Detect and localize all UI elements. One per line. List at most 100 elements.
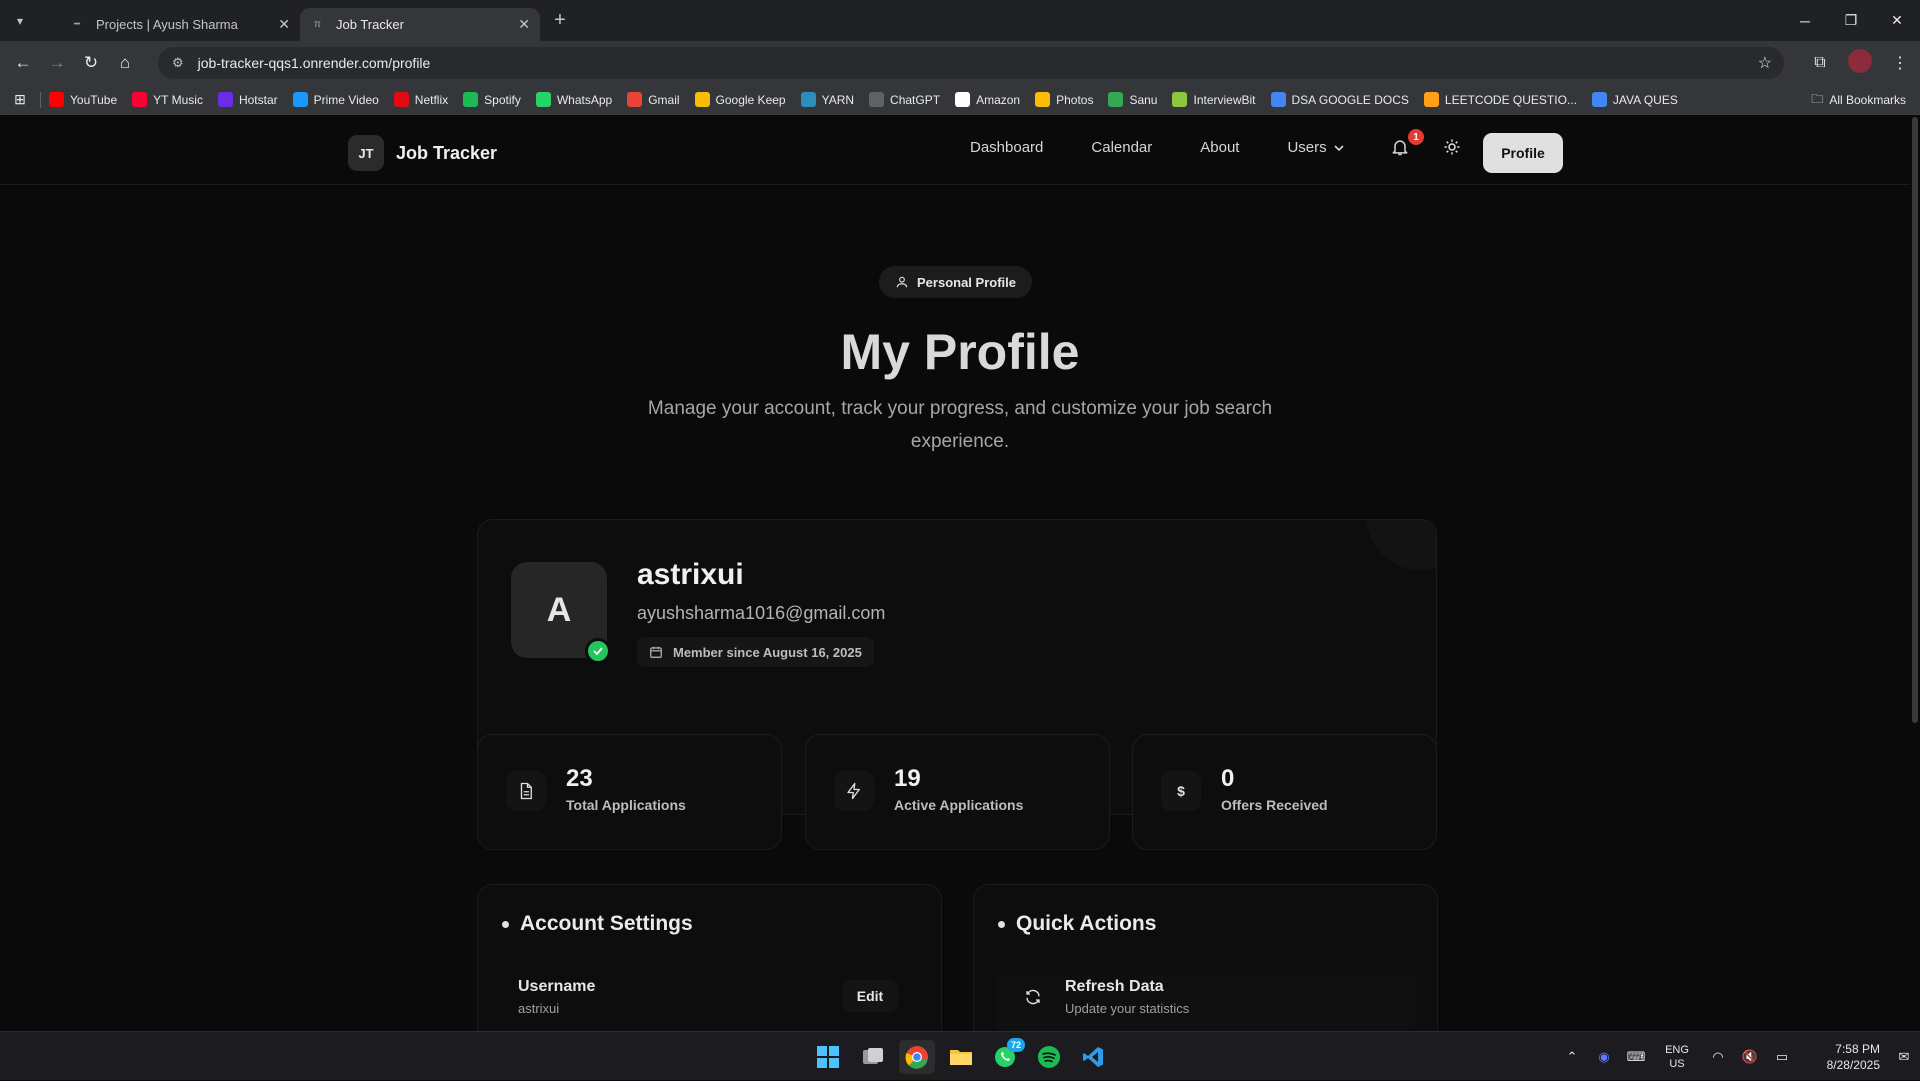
bookmark-hotstar[interactable]: Hotstar: [217, 92, 278, 107]
site-info-icon[interactable]: ⚙: [172, 55, 184, 71]
reload-icon[interactable]: ↻: [74, 53, 108, 73]
bookmark-google-keep[interactable]: Google Keep: [694, 92, 786, 107]
back-icon[interactable]: ←: [6, 53, 40, 73]
yarn-icon: [800, 92, 816, 107]
bookmark-amazon[interactable]: Amazon: [955, 92, 1020, 107]
tab-projects[interactable]: ━ Projects | Ayush Sharma ✕: [60, 8, 300, 41]
amazon-icon: [955, 92, 971, 107]
clock[interactable]: 7:58 PM 8/28/2025: [1798, 1041, 1888, 1073]
home-icon[interactable]: ⌂: [108, 53, 142, 73]
nav-dashboard[interactable]: Dashboard: [970, 139, 1043, 156]
restore-icon[interactable]: ❐: [1828, 0, 1874, 41]
bookmark-label: LEETCODE QUESTIO...: [1444, 92, 1577, 107]
new-tab-icon[interactable]: +: [546, 9, 574, 32]
url-text[interactable]: job-tracker-qqs1.onrender.com/profile: [198, 55, 1758, 71]
page-scrollbar[interactable]: [1910, 115, 1920, 1031]
bookmark-chatgpt[interactable]: ChatGPT: [869, 92, 940, 107]
time: 7:58 PM: [1835, 1041, 1880, 1056]
edit-username-button[interactable]: Edit: [842, 980, 898, 1012]
profile-button[interactable]: Profile: [1483, 133, 1563, 173]
sanu-icon: [1108, 92, 1124, 107]
wifi-icon[interactable]: ◠: [1702, 1049, 1734, 1065]
photos-icon: [1035, 92, 1051, 107]
tab-title: Job Tracker: [336, 17, 404, 32]
bookmark-label: Amazon: [976, 92, 1021, 107]
bookmark-java-ques[interactable]: JAVA QUES: [1591, 92, 1678, 107]
scrollbar-thumb[interactable]: [1912, 117, 1918, 723]
all-bookmarks[interactable]: 🗀 All Bookmarks: [1811, 85, 1906, 115]
vscode-icon[interactable]: [1075, 1040, 1111, 1074]
nav-calendar[interactable]: Calendar: [1091, 139, 1152, 156]
task-view-icon[interactable]: [855, 1040, 891, 1074]
spotify-icon[interactable]: [1031, 1040, 1067, 1074]
favicon-icon: π: [314, 19, 321, 30]
windows-start-icon[interactable]: [810, 1040, 846, 1074]
docs-icon: [1591, 92, 1607, 107]
pill-label: Personal Profile: [917, 274, 1016, 290]
bookmark-leetcode-questio[interactable]: LEETCODE QUESTIO...: [1423, 92, 1577, 107]
nav-about[interactable]: About: [1200, 139, 1239, 156]
bookmark-netflix[interactable]: Netflix: [393, 92, 448, 107]
web-page: JT Job Tracker Dashboard Calendar About …: [0, 115, 1920, 1031]
nav-users-dropdown[interactable]: Users: [1287, 139, 1344, 156]
tab-job-tracker[interactable]: π Job Tracker ✕: [300, 8, 540, 41]
dollar-icon: $: [1161, 771, 1201, 811]
tab-search-icon[interactable]: ▾: [10, 11, 30, 31]
volume-muted-icon[interactable]: 🔇: [1734, 1049, 1766, 1065]
bookmark-youtube[interactable]: YouTube: [49, 92, 117, 107]
nav-users-label: Users: [1287, 139, 1327, 156]
keyboard-icon[interactable]: ⌨: [1620, 1049, 1652, 1065]
stat-label: Offers Received: [1221, 797, 1328, 813]
nav-links: Dashboard Calendar About Users: [970, 139, 1345, 156]
language-indicator[interactable]: ENG US: [1652, 1043, 1702, 1071]
theme-toggle[interactable]: [1443, 138, 1461, 161]
extensions-icon[interactable]: ⧉: [1800, 54, 1840, 72]
page-subtitle: Manage your account, track your progress…: [647, 398, 1273, 452]
bookmark-photos[interactable]: Photos: [1035, 92, 1093, 107]
stat-card-offers: $ 0 Offers Received: [1132, 734, 1437, 850]
notification-badge: 1: [1408, 129, 1424, 145]
notifications-button[interactable]: 1: [1390, 129, 1424, 161]
bookmark-label: WhatsApp: [556, 92, 613, 107]
personal-profile-pill: Personal Profile: [879, 266, 1032, 298]
bookmark-dsa-google-docs[interactable]: DSA GOOGLE DOCS: [1270, 92, 1409, 107]
youtube-icon: [49, 92, 64, 107]
battery-icon[interactable]: ▭: [1766, 1049, 1798, 1065]
decorative-corner: [1366, 520, 1436, 570]
window-controls: ─ ❐ ✕: [1782, 0, 1920, 41]
omnibox[interactable]: ⚙ job-tracker-qqs1.onrender.com/profile …: [158, 47, 1784, 79]
account-settings-title: Account Settings: [520, 912, 693, 935]
apps-grid-icon[interactable]: ⊞: [0, 91, 40, 108]
bookmark-spotify[interactable]: Spotify: [463, 92, 521, 107]
bookmark-gmail[interactable]: Gmail: [627, 92, 680, 107]
bookmark-prime-video[interactable]: Prime Video: [292, 92, 379, 107]
close-tab-icon[interactable]: ✕: [518, 16, 530, 33]
close-tab-icon[interactable]: ✕: [278, 16, 290, 33]
bookmark-interviewbit[interactable]: InterviewBit: [1172, 92, 1256, 107]
refresh-data-action[interactable]: [996, 974, 1416, 1031]
show-hidden-icons[interactable]: ⌃: [1556, 1049, 1588, 1065]
profile-avatar[interactable]: [1840, 48, 1880, 78]
bell-icon: [1392, 140, 1408, 156]
bookmark-sanu[interactable]: Sanu: [1108, 92, 1157, 107]
menu-icon[interactable]: ⋮: [1880, 53, 1920, 73]
minimize-icon[interactable]: ─: [1782, 0, 1828, 41]
yt-music-icon: [132, 92, 148, 107]
refresh-icon: [1024, 988, 1042, 1011]
close-window-icon[interactable]: ✕: [1874, 0, 1920, 41]
tray-app-icon[interactable]: ◉: [1588, 1049, 1620, 1065]
file-explorer-icon[interactable]: [943, 1040, 979, 1074]
whatsapp-icon[interactable]: 72: [987, 1038, 1025, 1074]
bookmark-yt-music[interactable]: YT Music: [132, 92, 203, 107]
notifications-center-icon[interactable]: ✉: [1888, 1049, 1920, 1065]
system-tray: ⌃ ◉ ⌨ ENG US ◠ 🔇 ▭ 7:58 PM 8/28/2025 ✉: [1556, 1032, 1920, 1081]
stat-card-total: 23 Total Applications: [477, 734, 782, 850]
bookmark-whatsapp[interactable]: WhatsApp: [535, 92, 613, 107]
bookmark-star-icon[interactable]: ☆: [1758, 53, 1772, 73]
logo-name: Job Tracker: [396, 142, 498, 163]
chrome-icon[interactable]: [899, 1040, 935, 1074]
bookmark-label: InterviewBit: [1193, 92, 1256, 107]
app-logo[interactable]: JT Job Tracker: [348, 135, 497, 171]
bookmark-yarn[interactable]: YARN: [800, 92, 854, 107]
forward-icon[interactable]: →: [40, 53, 74, 73]
